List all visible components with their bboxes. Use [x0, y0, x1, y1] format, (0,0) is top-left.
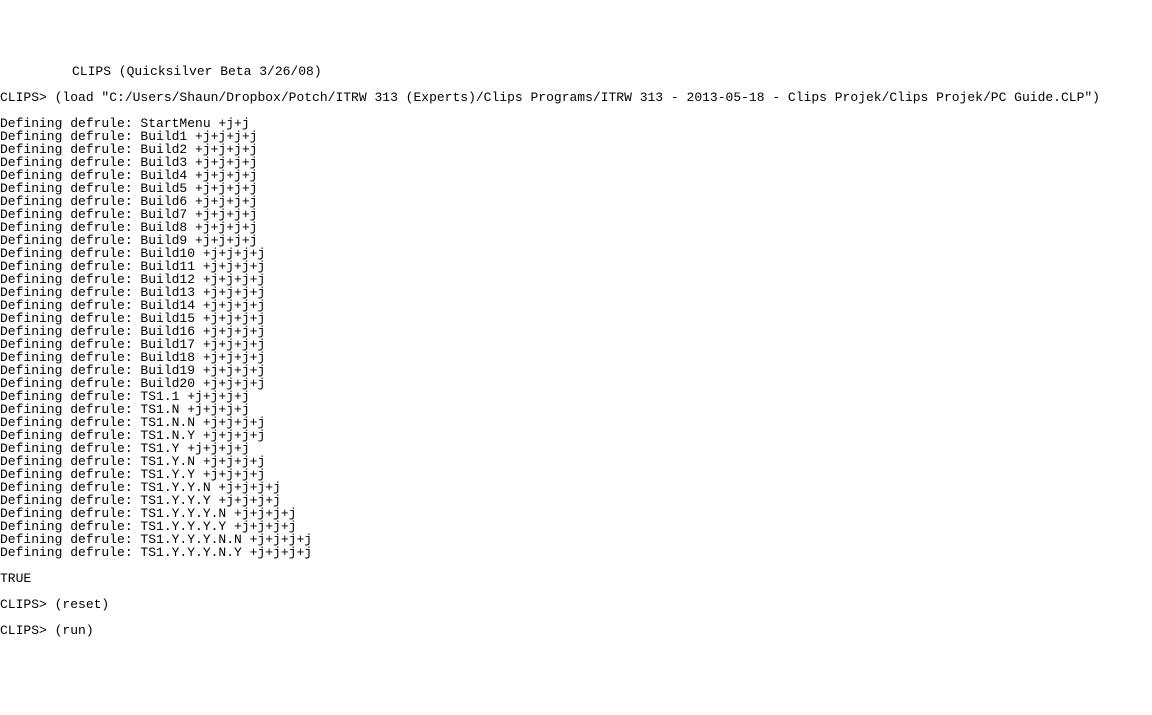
- header-line: CLIPS (Quicksilver Beta 3/26/08): [0, 65, 1152, 78]
- load-command-line: CLIPS> (load "C:/Users/Shaun/Dropbox/Pot…: [0, 91, 1152, 104]
- result-line: TRUE: [0, 572, 1152, 585]
- reset-command-line: CLIPS> (reset): [0, 598, 1152, 611]
- run-command-line: CLIPS> (run): [0, 624, 1152, 637]
- terminal-output[interactable]: CLIPS (Quicksilver Beta 3/26/08) CLIPS> …: [0, 52, 1152, 650]
- defrule-line: Defining defrule: TS1.Y.Y.Y.N.Y +j+j+j+j: [0, 546, 1152, 559]
- defrules-list: Defining defrule: StartMenu +j+jDefining…: [0, 117, 1152, 559]
